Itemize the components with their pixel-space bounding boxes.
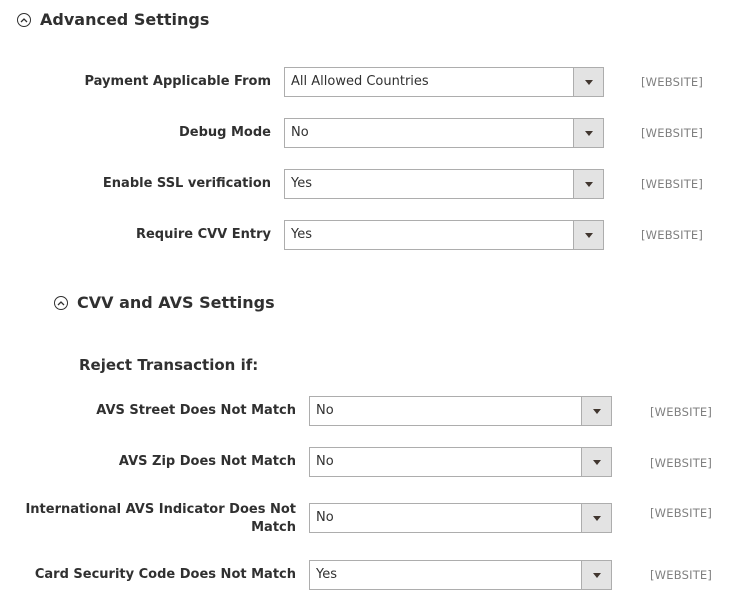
dropdown-arrow-button[interactable] <box>581 397 611 425</box>
collapse-circle-icon <box>17 12 31 27</box>
advanced-settings-header[interactable]: Advanced Settings <box>17 10 209 29</box>
scope-label: [WEBSITE] <box>650 568 713 582</box>
avs-zip-select[interactable]: No <box>309 447 612 477</box>
select-value: No <box>316 510 334 525</box>
scope-label: [WEBSITE] <box>641 126 704 140</box>
field-label-line1: International AVS Indicator Does Not <box>25 502 296 517</box>
select-value: No <box>291 125 309 140</box>
select-value: All Allowed Countries <box>291 74 429 89</box>
dropdown-arrow-icon <box>592 459 601 465</box>
section-title: CVV and AVS Settings <box>77 293 275 312</box>
collapse-circle-icon <box>54 295 68 310</box>
card-security-code-select[interactable]: Yes <box>309 560 612 590</box>
section-title: Advanced Settings <box>40 10 210 29</box>
select-value: No <box>316 403 334 418</box>
field-label: Payment Applicable From <box>84 74 272 89</box>
field-label: AVS Street Does Not Match <box>96 403 296 418</box>
field-label-line2: Match <box>251 520 296 535</box>
dropdown-arrow-icon <box>584 181 593 187</box>
enable-ssl-select[interactable]: Yes <box>284 169 604 199</box>
field-label: Card Security Code Does Not Match <box>34 567 296 582</box>
dropdown-arrow-button[interactable] <box>581 448 611 476</box>
dropdown-arrow-button[interactable] <box>581 561 611 589</box>
reject-transaction-heading: Reject Transaction if: <box>79 356 259 374</box>
field-label: International AVS Indicator Does Not Mat… <box>25 501 296 537</box>
select-value: No <box>316 454 334 469</box>
require-cvv-select[interactable]: Yes <box>284 220 604 250</box>
select-value: Yes <box>316 567 337 582</box>
scope-label: [WEBSITE] <box>650 456 713 470</box>
dropdown-arrow-button[interactable] <box>573 170 603 198</box>
scope-label: [WEBSITE] <box>641 228 704 242</box>
dropdown-arrow-button[interactable] <box>573 221 603 249</box>
dropdown-arrow-icon <box>592 572 601 578</box>
scope-label: [WEBSITE] <box>641 177 704 191</box>
field-label: AVS Zip Does Not Match <box>118 454 296 469</box>
scope-label: [WEBSITE] <box>650 506 713 520</box>
dropdown-arrow-button[interactable] <box>573 119 603 147</box>
scope-label: [WEBSITE] <box>650 405 713 419</box>
select-value: Yes <box>291 227 312 242</box>
dropdown-arrow-button[interactable] <box>581 504 611 532</box>
field-label: Enable SSL verification <box>102 176 271 191</box>
payment-applicable-from-select[interactable]: All Allowed Countries <box>284 67 604 97</box>
dropdown-arrow-icon <box>584 130 593 136</box>
debug-mode-select[interactable]: No <box>284 118 604 148</box>
dropdown-arrow-button[interactable] <box>573 68 603 96</box>
dropdown-arrow-icon <box>592 515 601 521</box>
field-label: Require CVV Entry <box>135 227 271 242</box>
select-value: Yes <box>291 176 312 191</box>
dropdown-arrow-icon <box>592 408 601 414</box>
scope-label: [WEBSITE] <box>641 75 704 89</box>
international-avs-select[interactable]: No <box>309 503 612 533</box>
field-label: Debug Mode <box>179 125 271 140</box>
dropdown-arrow-icon <box>584 232 593 238</box>
dropdown-arrow-icon <box>584 79 593 85</box>
avs-street-select[interactable]: No <box>309 396 612 426</box>
cvv-avs-settings-header[interactable]: CVV and AVS Settings <box>54 293 275 312</box>
